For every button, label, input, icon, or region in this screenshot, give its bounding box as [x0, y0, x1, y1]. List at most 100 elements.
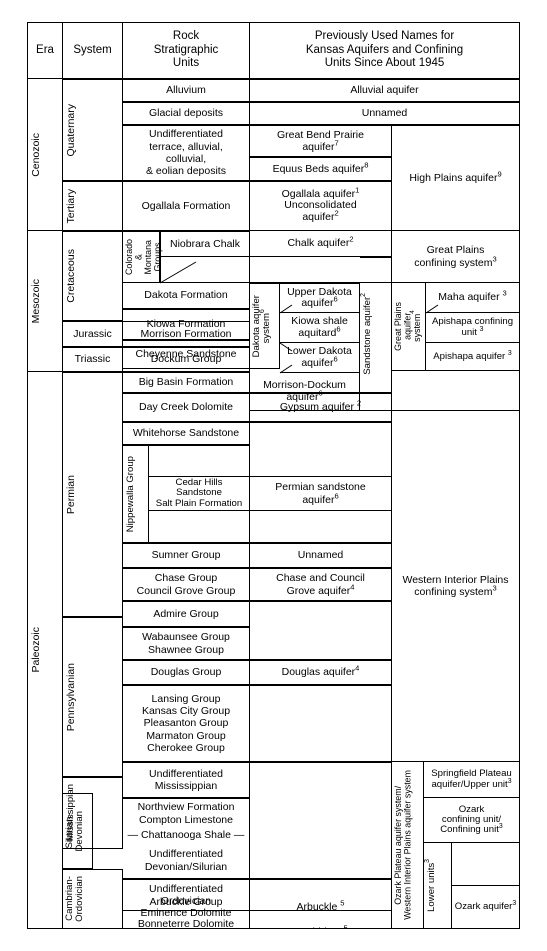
chalk-aquifer-label: Chalk aquifer — [287, 237, 350, 250]
rock-arbuckle-group: Arbuckle Group Eminence Dolomite Bonnete… — [123, 879, 250, 929]
header-system: System — [63, 22, 123, 79]
permian-sandstone-line1: Permian sandstone — [275, 481, 366, 494]
system-triassic: Triassic — [63, 347, 123, 372]
lansing-line4: Marmaton Group — [146, 729, 226, 742]
header-previously-used-names: Previously Used Names for Kansas Aquifer… — [250, 22, 520, 79]
lower-dakota-line2: aquifer — [301, 356, 334, 369]
sandstone-aquifer-superscript: 2 — [360, 293, 367, 297]
ozark-confining-superscript: 3 — [498, 822, 503, 830]
arbuckle-aq-label: Arbuckle — [296, 900, 338, 913]
rock-northview-compton: Northview Formation Compton Limestone — [123, 798, 250, 828]
header-prev-line3: Units Since About 1945 — [324, 57, 445, 70]
ogallala-superscript1: 1 — [355, 185, 360, 195]
apishapa-aquifer-label: Apishapa aquifer — [433, 350, 506, 362]
aquifer-gypsum: Gypsum aquifer 2 — [250, 393, 392, 422]
gbp-superscript: 7 — [334, 138, 339, 148]
douglas-aquifer-label: Douglas aquifer — [281, 666, 356, 679]
rock-big-basin-formation: Big Basin Formation — [123, 372, 250, 393]
aquifer-admire-wabaunsee-blank — [250, 601, 392, 660]
aquifer-ozark: Ozark aquifer3 — [452, 886, 520, 929]
apishapa-confining-superscript: 3 — [479, 325, 484, 333]
rock-nippewalla-blank-top — [149, 445, 250, 477]
ogallala-superscript2: 2 — [334, 208, 339, 218]
aquifer-whitehorse-blank — [250, 422, 392, 477]
apishapa-aquifer-superscript: 3 — [507, 349, 512, 357]
cedar-hills-line3: Salt Plain Formation — [155, 497, 243, 509]
undiff-devsil-line1: Undifferentiated — [149, 848, 223, 861]
system-quaternary: Quaternary — [63, 79, 123, 181]
undiff-miss-line1: Undifferentiated — [149, 767, 223, 780]
rock-undifferentiated-mississippian: Undifferentiated Mississippian — [123, 762, 250, 798]
wipcs-line2: confining system — [414, 586, 493, 598]
header-era: Era — [27, 22, 63, 79]
aquifer-maha: Maha aquifer 3 — [426, 283, 520, 313]
gbp-line2: aquifer — [302, 141, 335, 153]
undiff-devsil-line2: Devonian/Silurian — [144, 860, 228, 873]
gypsum-aquifer-label: Gypsum aquifer — [279, 401, 354, 414]
aquifer-chalk: Chalk aquifer2 — [250, 231, 392, 257]
lower-units-label: Lower units — [426, 862, 437, 912]
aquifer-arbuckle-roubidoux: Arbuckle 5 Roubidoux5 — [250, 879, 392, 929]
system-jurassic: Jurassic — [63, 321, 123, 347]
chase-council-line1: Chase Group — [154, 572, 218, 585]
aquifer-chase-and-council-grove: Chase and Council Grove aquifer4 — [250, 568, 392, 601]
header-rock-line2: Stratigraphic — [153, 43, 219, 56]
aquifer-apishapa-confining-unit: Apishapa confining unit 3 — [426, 313, 520, 343]
compton-line2: Compton Limestone — [139, 813, 233, 826]
chase-council-aq-line2: Grove aquifer — [286, 584, 351, 597]
rock-admire-group: Admire Group — [123, 601, 250, 627]
aquifer-unnamed-sumner: Unnamed — [250, 543, 392, 568]
wipcs-superscript: 3 — [492, 583, 497, 593]
aquifer-apishapa: Apishapa aquifer 3 — [426, 343, 520, 371]
rock-chase-council-grove-group: Chase Group Council Grove Group — [123, 568, 250, 601]
era-cenozoic: Cenozoic — [27, 79, 63, 231]
aquifer-kiowa-shale-aquitard: Kiowa shale aquitard6 — [280, 313, 360, 343]
upper-dakota-superscript: 6 — [333, 294, 338, 304]
aquifer-unnamed-quaternary: Unnamed — [250, 102, 520, 125]
aquifer-lower-dakota: Lower Dakota aquifer6 — [280, 343, 360, 373]
aquifer-mississippian-blank — [250, 762, 392, 879]
aquifer-ozark-plateau-western-interior-system: Ozark Plateau aquifer system/ Western In… — [392, 762, 424, 929]
rock-wabaunsee-shawnee-group: Wabaunsee Group Shawnee Group — [123, 627, 250, 660]
aquifer-western-interior-plains-confining-system: Western Interior Plains confining system… — [392, 411, 520, 762]
rock-dockum-group: Dockum Group — [123, 347, 250, 372]
header-rock-stratigraphic-units: Rock Stratigraphic Units — [123, 22, 250, 79]
undiff-miss-line2: Mississippian — [154, 780, 218, 792]
chattanooga-shale-label: Chattanooga Shale — [141, 829, 231, 842]
aquifer-mesozoic-blank-right — [392, 371, 520, 411]
rock-cedar-hills-sandstone: Cedar Hills Sandstone Salt Plain Formati… — [149, 477, 250, 511]
roubidoux-label: Roubidoux — [293, 926, 343, 928]
aquifer-great-plains-confining-system: Great Plains confining system3 — [392, 231, 520, 283]
gp-confining-line2: confining system — [414, 256, 493, 269]
arbuckle-aq-superscript: 5 — [340, 898, 345, 908]
kiowa-shale-superscript: 6 — [336, 324, 341, 333]
aquifer-upper-dakota: Upper Dakota aquifer6 — [280, 283, 360, 313]
rock-undifferentiated-terrace: Undifferentiated terrace, alluvial, coll… — [123, 125, 250, 181]
rock-whitehorse-sandstone: Whitehorse Sandstone — [123, 422, 250, 445]
rock-douglas-group: Douglas Group — [123, 660, 250, 685]
rock-day-creek-dolomite: Day Creek Dolomite — [123, 393, 250, 422]
aquifer-permian-sandstone: Permian sandstone aquifer6 — [250, 477, 392, 511]
undiff-terrace-line1: Undifferentiated — [149, 128, 223, 141]
lansing-line5: Cherokee Group — [147, 742, 225, 755]
northview-line1: Northview Formation — [137, 801, 235, 814]
lower-dakota-superscript: 6 — [333, 354, 338, 363]
high-plains-superscript: 9 — [497, 169, 502, 179]
sandstone-aquifer-label: Sandstone aquifer — [362, 296, 373, 375]
era-mesozoic: Mesozoic — [27, 231, 63, 372]
header-rock-line3: Units — [172, 57, 200, 70]
gp-aquifer-system-superscript: 4 — [408, 310, 416, 315]
undiff-terrace-line2: terrace, alluvial, — [149, 140, 223, 153]
rock-nippewalla-blank-bottom — [149, 511, 250, 543]
aquifer-dakota-aquifer-system: Dakota aquifer system6 — [250, 283, 280, 369]
header-prev-line2: Kansas Aquifers and Confining — [305, 43, 464, 56]
gp-confining-line1: Great Plains — [426, 244, 485, 257]
rock-glacial-deposits: Glacial deposits — [123, 102, 250, 125]
rock-nippewalla-group: Nippewalla Group — [123, 445, 149, 543]
roubidoux-superscript: 5 — [343, 923, 348, 929]
lansing-line3: Pleasanton Group — [143, 717, 229, 730]
aquifer-great-bend-prairie: Great Bend Prairie aquifer7 — [250, 125, 392, 157]
equus-beds-label: Equus Beds aquifer — [272, 162, 365, 175]
permian-sandstone-line2: aquifer — [302, 493, 335, 506]
rock-niobrara-chalk: Niobrara Chalk — [160, 231, 250, 257]
